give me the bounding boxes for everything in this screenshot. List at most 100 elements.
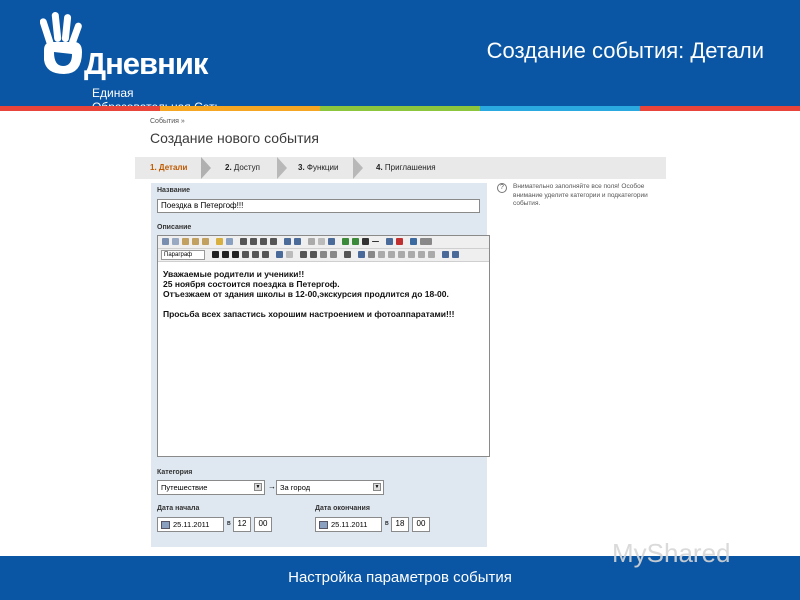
chevron-down-icon: ▼ bbox=[254, 483, 262, 491]
category-label: Категория bbox=[157, 469, 193, 476]
media-icon[interactable] bbox=[352, 238, 359, 245]
page-title: Создание нового события bbox=[150, 130, 319, 146]
split-cells-icon[interactable] bbox=[428, 251, 435, 258]
hand-logo-icon bbox=[40, 12, 82, 74]
cut-icon[interactable] bbox=[162, 238, 169, 245]
unlink-icon[interactable] bbox=[318, 238, 325, 245]
align-right-icon[interactable] bbox=[260, 238, 267, 245]
indent-icon[interactable] bbox=[330, 251, 337, 258]
category-arrow: → bbox=[268, 482, 276, 491]
end-date-input[interactable]: 25.11.2011 bbox=[315, 517, 382, 532]
editor-line: 25 ноября состоится поездка в Петергоф. bbox=[163, 279, 340, 289]
wizard-steps: 1. Детали 2. Доступ 3. Функции 4. Пригла… bbox=[135, 157, 666, 179]
insert-col-icon[interactable] bbox=[398, 251, 405, 258]
special-char-icon[interactable] bbox=[362, 238, 369, 245]
step-details[interactable]: 1. Детали bbox=[150, 163, 187, 172]
event-name-input[interactable]: Поездка в Петергоф!!! bbox=[157, 199, 480, 213]
slide-title: Создание события: Детали bbox=[486, 38, 764, 63]
preview-icon[interactable] bbox=[442, 251, 449, 258]
strikethrough-icon[interactable] bbox=[242, 251, 249, 258]
link-icon[interactable] bbox=[308, 238, 315, 245]
format-select[interactable]: Параграф bbox=[161, 250, 205, 260]
align-center-icon[interactable] bbox=[250, 238, 257, 245]
editor-line: Уважаемые родители и ученики!! bbox=[163, 269, 305, 279]
align-left-icon[interactable] bbox=[240, 238, 247, 245]
event-form-screenshot: События » Создание нового события 1. Дет… bbox=[135, 113, 668, 558]
blockquote-icon[interactable] bbox=[344, 251, 351, 258]
step-arrow-icon bbox=[353, 157, 363, 179]
paste-text-icon[interactable] bbox=[192, 238, 199, 245]
merge-cells-icon[interactable] bbox=[418, 251, 425, 258]
horizontal-rule-icon[interactable] bbox=[372, 241, 379, 242]
calendar-icon[interactable] bbox=[161, 521, 170, 529]
end-minute-input[interactable]: 00 bbox=[412, 517, 430, 532]
underline-icon[interactable] bbox=[232, 251, 239, 258]
align-justify-icon[interactable] bbox=[270, 238, 277, 245]
header-bar: Дневник Единая Образовательная Сеть Созд… bbox=[0, 0, 800, 114]
table-props-icon[interactable] bbox=[368, 251, 375, 258]
start-at-label: в bbox=[227, 520, 231, 527]
end-at-label: в bbox=[385, 520, 389, 527]
paste-icon[interactable] bbox=[182, 238, 189, 245]
editor-line: Отъезжаем от здания школы в 12-00,экскур… bbox=[163, 289, 449, 299]
breadcrumb[interactable]: События » bbox=[150, 118, 185, 125]
paste-word-icon[interactable] bbox=[202, 238, 209, 245]
fullscreen-icon[interactable] bbox=[410, 238, 417, 245]
color-stripe bbox=[0, 106, 800, 111]
step-arrow-icon bbox=[277, 157, 287, 179]
anchor-icon[interactable] bbox=[328, 238, 335, 245]
name-label: Название bbox=[157, 187, 191, 194]
subscript-icon[interactable] bbox=[252, 251, 259, 258]
copy-icon[interactable] bbox=[172, 238, 179, 245]
step-access[interactable]: 2. Доступ bbox=[225, 163, 260, 172]
redo-icon[interactable] bbox=[286, 251, 293, 258]
end-hour-input[interactable]: 18 bbox=[391, 517, 409, 532]
delete-col-icon[interactable] bbox=[408, 251, 415, 258]
watermark: MyShared bbox=[612, 538, 731, 568]
table-icon[interactable] bbox=[358, 251, 365, 258]
editor-toolbar-row-2: Параграф bbox=[158, 249, 489, 262]
help-icon: ? bbox=[497, 183, 507, 193]
background-color-icon[interactable] bbox=[396, 238, 403, 245]
numbered-list-icon[interactable] bbox=[310, 251, 317, 258]
replace-icon[interactable] bbox=[294, 238, 301, 245]
end-date-label: Дата окончания bbox=[315, 505, 370, 512]
description-editor[interactable]: Параграф Уважаемые родители и ученики!! … bbox=[157, 235, 490, 457]
step-invitations[interactable]: 4. Приглашения bbox=[376, 163, 436, 172]
editor-toolbar-row-1 bbox=[158, 236, 489, 249]
insert-row-icon[interactable] bbox=[378, 251, 385, 258]
step-arrow-icon bbox=[201, 157, 211, 179]
bold-icon[interactable] bbox=[212, 251, 219, 258]
start-hour-input[interactable]: 12 bbox=[233, 517, 251, 532]
description-label: Описание bbox=[157, 224, 192, 231]
bullet-list-icon[interactable] bbox=[300, 251, 307, 258]
subcategory-select[interactable]: За город ▼ bbox=[276, 480, 384, 495]
find-icon[interactable] bbox=[284, 238, 291, 245]
start-minute-input[interactable]: 00 bbox=[254, 517, 272, 532]
image-icon[interactable] bbox=[342, 238, 349, 245]
footer-caption: Настройка параметров события bbox=[288, 569, 512, 586]
outdent-icon[interactable] bbox=[320, 251, 327, 258]
start-date-label: Дата начала bbox=[157, 505, 200, 512]
calendar-icon[interactable] bbox=[319, 521, 328, 529]
chevron-down-icon: ▼ bbox=[373, 483, 381, 491]
editor-line: Просьба всех запастись хорошим настроени… bbox=[163, 309, 455, 319]
remove-format-icon[interactable] bbox=[226, 238, 233, 245]
delete-row-icon[interactable] bbox=[388, 251, 395, 258]
dnevnik-logo[interactable]: Дневник Единая Образовательная Сеть bbox=[40, 12, 230, 114]
category-select[interactable]: Путешествие ▼ bbox=[157, 480, 265, 495]
visual-aid-icon[interactable] bbox=[452, 251, 459, 258]
editor-content[interactable]: Уважаемые родители и ученики!! 25 ноября… bbox=[163, 269, 454, 319]
italic-icon[interactable] bbox=[222, 251, 229, 258]
step-functions[interactable]: 3. Функции bbox=[298, 163, 338, 172]
superscript-icon[interactable] bbox=[262, 251, 269, 258]
logo-wordmark: Дневник bbox=[84, 46, 208, 81]
html-source-icon[interactable] bbox=[420, 238, 432, 245]
text-color-icon[interactable] bbox=[386, 238, 393, 245]
clean-format-icon[interactable] bbox=[216, 238, 223, 245]
help-text: Внимательно заполняйте все поля! Особое … bbox=[513, 183, 648, 207]
start-date-input[interactable]: 25.11.2011 bbox=[157, 517, 224, 532]
details-form: Название Поездка в Петергоф!!! Описание bbox=[151, 183, 490, 547]
undo-icon[interactable] bbox=[276, 251, 283, 258]
